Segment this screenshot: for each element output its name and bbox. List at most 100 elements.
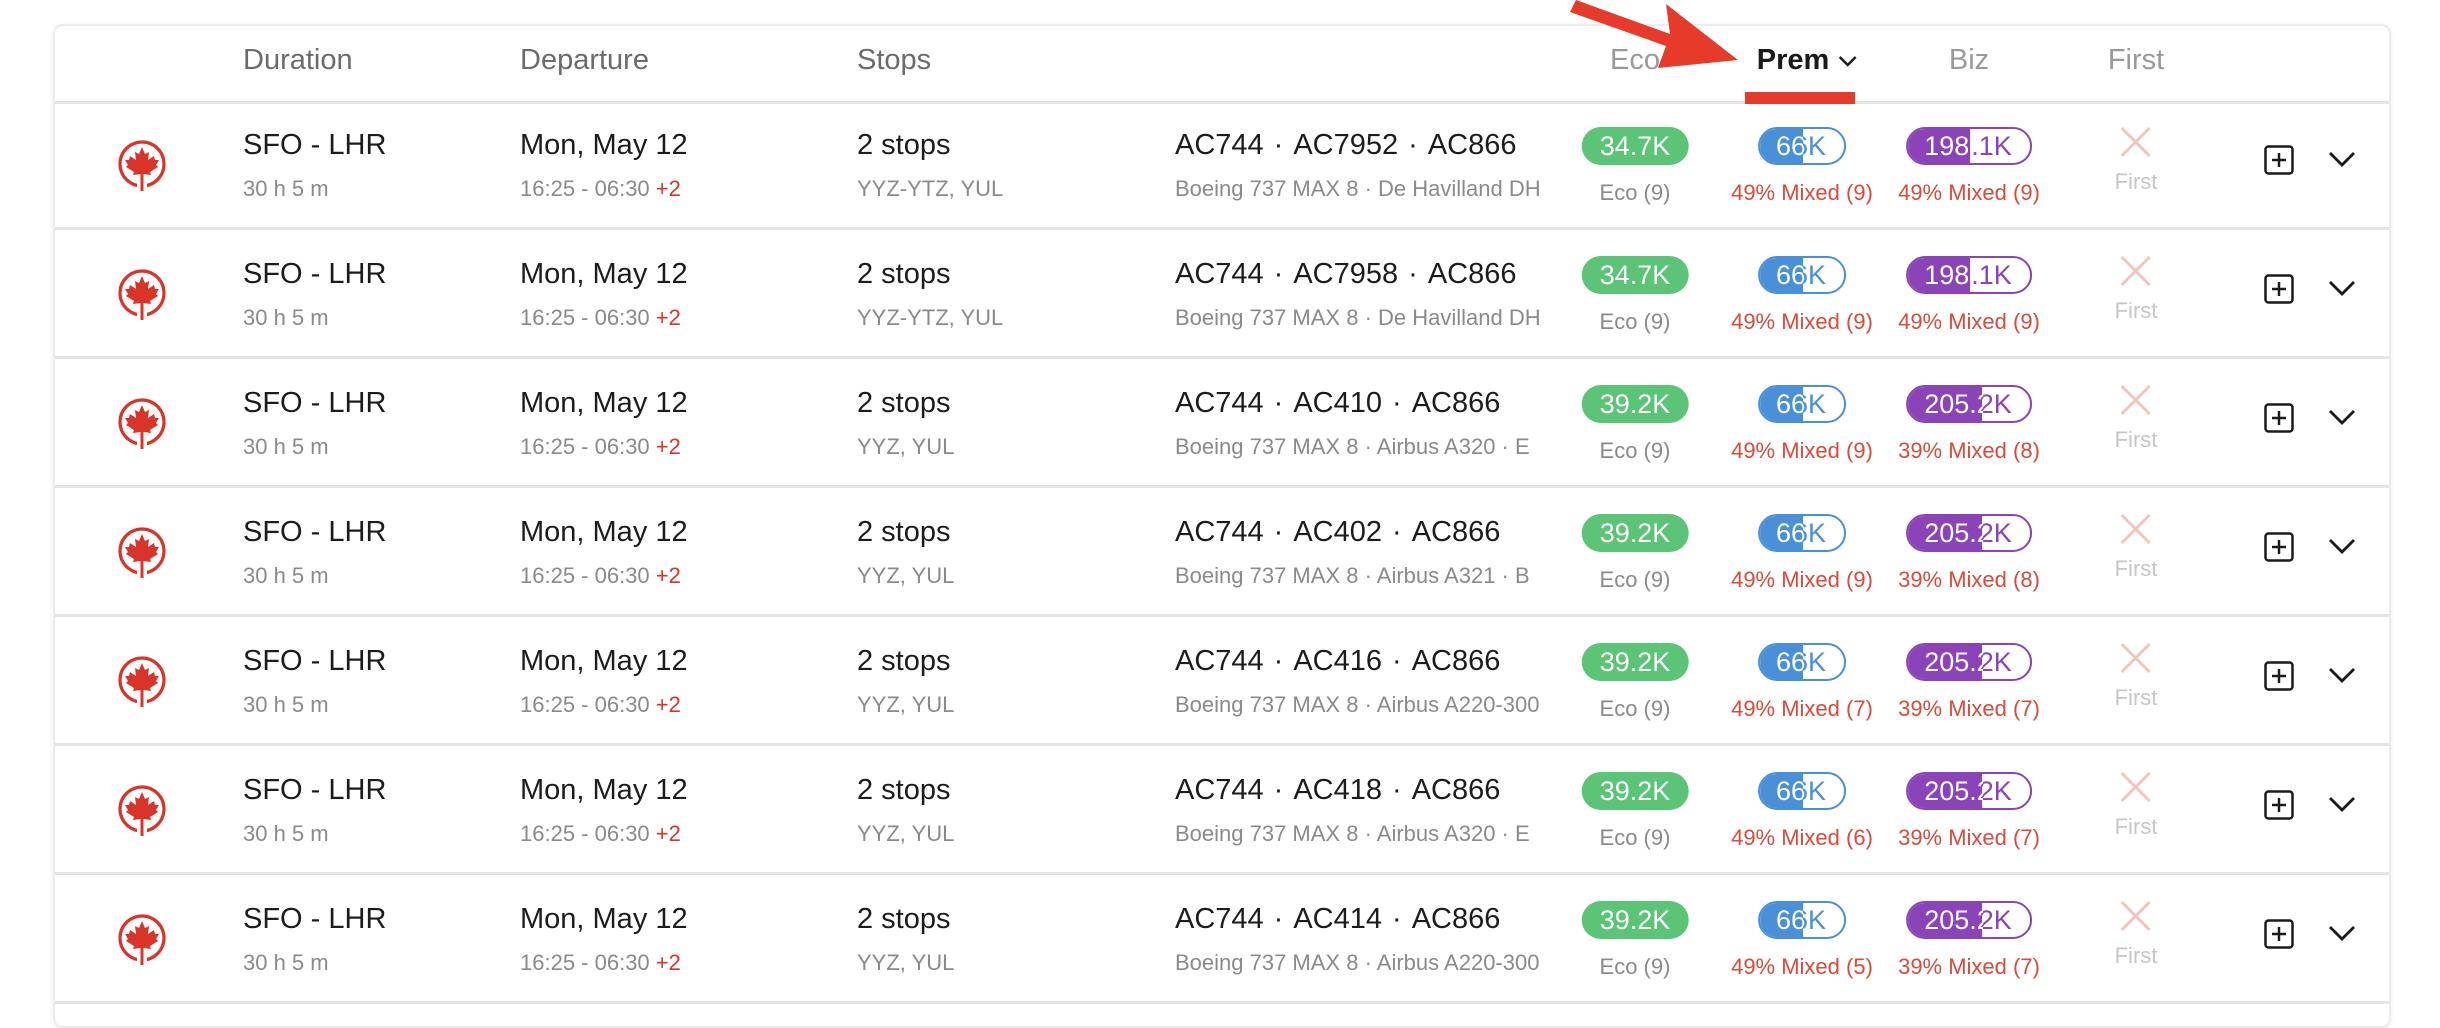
expand-chevron-icon[interactable]	[2327, 794, 2357, 814]
biz-price[interactable]: 205.2K205.2K 39% Mixed (8)	[1898, 514, 2040, 593]
departure-times: 16:25 - 06:30 +2	[520, 434, 681, 460]
expand-chevron-icon[interactable]	[2327, 536, 2357, 556]
eco-price-badge[interactable]: 39.2K	[1581, 514, 1689, 552]
biz-price-value-overlay: 205.2K	[1924, 389, 1982, 419]
flight-row[interactable]: SFO - LHR 30 h 5 m Mon, May 12 16:25 - 0…	[55, 875, 2389, 1004]
prem-price-badge[interactable]: 66K66K	[1757, 514, 1847, 552]
prem-price[interactable]: 66K66K 49% Mixed (5)	[1731, 901, 1873, 980]
biz-price[interactable]: 205.2K205.2K 39% Mixed (8)	[1898, 385, 2040, 464]
column-header-duration[interactable]: Duration	[243, 44, 353, 77]
prem-price[interactable]: 66K66K 49% Mixed (9)	[1731, 514, 1873, 593]
duration: 30 h 5 m	[243, 434, 329, 459]
prem-price[interactable]: 66K66K 49% Mixed (7)	[1731, 643, 1873, 722]
prem-price-badge[interactable]: 66K66K	[1757, 127, 1847, 165]
prem-price-value-overlay: 66K	[1775, 518, 1803, 548]
biz-price[interactable]: 205.2K205.2K 39% Mixed (7)	[1898, 901, 2040, 980]
eco-price-badge[interactable]: 39.2K	[1581, 772, 1689, 810]
add-to-compare-button[interactable]	[2264, 919, 2294, 949]
day-offset: +2	[655, 563, 681, 588]
flight-row[interactable]: SFO - LHR 30 h 5 m Mon, May 12 16:25 - 0…	[55, 101, 2389, 230]
aircraft-types: Boeing 737 MAX 8 · Airbus A321 · B	[1175, 563, 1530, 588]
column-header-stops[interactable]: Stops	[857, 44, 931, 77]
expand-chevron-icon[interactable]	[2327, 149, 2357, 169]
flight-number: AC866	[1411, 903, 1501, 935]
prem-price-badge[interactable]: 66K66K	[1757, 901, 1847, 939]
eco-price[interactable]: 39.2K Eco (9)	[1581, 514, 1689, 593]
expand-chevron-icon[interactable]	[2327, 407, 2357, 427]
eco-price-badge[interactable]: 34.7K	[1581, 127, 1689, 165]
eco-price[interactable]: 39.2K Eco (9)	[1581, 772, 1689, 851]
biz-price[interactable]: 198.1K198.1K 49% Mixed (9)	[1898, 127, 2040, 206]
column-header-prem[interactable]: Prem	[1757, 44, 1858, 77]
air-canada-logo-icon	[118, 785, 166, 836]
eco-price-badge[interactable]: 34.7K	[1581, 256, 1689, 294]
biz-price-badge[interactable]: 205.2K205.2K	[1906, 385, 2032, 423]
eco-price-badge[interactable]: 39.2K	[1581, 901, 1689, 939]
flight-row[interactable]: SFO - LHR 30 h 5 m Mon, May 12 16:25 - 0…	[55, 746, 2389, 875]
eco-price[interactable]: 39.2K Eco (9)	[1581, 385, 1689, 464]
eco-price[interactable]: 34.7K Eco (9)	[1581, 256, 1689, 335]
biz-price-badge[interactable]: 198.1K198.1K	[1906, 127, 2032, 165]
flight-number: AC410	[1293, 387, 1383, 419]
prem-price-value-overlay: 66K	[1775, 389, 1803, 419]
expand-chevron-icon[interactable]	[2327, 278, 2357, 298]
unavailable-x-icon	[2120, 900, 2152, 932]
stops-count: 2 stops	[857, 903, 951, 935]
eco-price[interactable]: 39.2K Eco (9)	[1581, 643, 1689, 722]
add-to-compare-button[interactable]	[2264, 145, 2294, 175]
prem-price-value-overlay: 66K	[1775, 131, 1803, 161]
prem-price[interactable]: 66K66K 49% Mixed (9)	[1731, 256, 1873, 335]
flight-row[interactable]: SFO - LHR 30 h 5 m Mon, May 12 16:25 - 0…	[55, 488, 2389, 617]
biz-price-badge[interactable]: 198.1K198.1K	[1906, 256, 2032, 294]
biz-price-badge[interactable]: 205.2K205.2K	[1906, 643, 2032, 681]
eco-price[interactable]: 39.2K Eco (9)	[1581, 901, 1689, 980]
biz-price[interactable]: 198.1K198.1K 49% Mixed (9)	[1898, 256, 2040, 335]
expand-chevron-icon[interactable]	[2327, 923, 2357, 943]
departure-date: Mon, May 12	[520, 774, 688, 806]
flight-number: AC744	[1175, 774, 1264, 806]
prem-price[interactable]: 66K66K 49% Mixed (9)	[1731, 385, 1873, 464]
biz-availability: 39% Mixed (8)	[1898, 567, 2040, 592]
departure-date: Mon, May 12	[520, 258, 688, 290]
departure-date: Mon, May 12	[520, 645, 688, 677]
biz-availability: 39% Mixed (7)	[1898, 954, 2040, 979]
biz-price-badge[interactable]: 205.2K205.2K	[1906, 514, 2032, 552]
biz-price[interactable]: 205.2K205.2K 39% Mixed (7)	[1898, 643, 2040, 722]
biz-price-badge[interactable]: 205.2K205.2K	[1906, 901, 2032, 939]
eco-price-badge[interactable]: 39.2K	[1581, 643, 1689, 681]
expand-chevron-icon[interactable]	[2327, 665, 2357, 685]
departure-times: 16:25 - 06:30 +2	[520, 950, 681, 976]
first-price: First	[2115, 383, 2157, 453]
chevron-down-icon	[1838, 56, 1857, 68]
flight-row[interactable]: SFO - LHR 30 h 5 m Mon, May 12 16:25 - 0…	[55, 617, 2389, 746]
add-to-compare-button[interactable]	[2264, 403, 2294, 433]
column-header-departure[interactable]: Departure	[520, 44, 649, 77]
prem-price[interactable]: 66K66K 49% Mixed (6)	[1731, 772, 1873, 851]
prem-price-badge[interactable]: 66K66K	[1757, 772, 1847, 810]
biz-price-badge[interactable]: 205.2K205.2K	[1906, 772, 2032, 810]
flight-number: AC744	[1175, 903, 1264, 935]
flight-row[interactable]: SFO - LHR 30 h 5 m Mon, May 12 16:25 - 0…	[55, 230, 2389, 359]
biz-price[interactable]: 205.2K205.2K 39% Mixed (7)	[1898, 772, 2040, 851]
column-header-biz[interactable]: Biz	[1949, 44, 1989, 77]
departure-date: Mon, May 12	[520, 903, 688, 935]
eco-price[interactable]: 34.7K Eco (9)	[1581, 127, 1689, 206]
flight-number: AC866	[1411, 516, 1501, 548]
prem-price-badge[interactable]: 66K66K	[1757, 643, 1847, 681]
first-price: First	[2115, 770, 2157, 840]
separator: ·	[1273, 129, 1284, 161]
prem-price-badge[interactable]: 66K66K	[1757, 385, 1847, 423]
air-canada-logo-icon	[118, 656, 166, 707]
prem-price-badge[interactable]: 66K66K	[1757, 256, 1847, 294]
add-to-compare-button[interactable]	[2264, 274, 2294, 304]
eco-price-badge[interactable]: 39.2K	[1581, 385, 1689, 423]
time-range: 16:25 - 06:30	[520, 434, 650, 459]
prem-price[interactable]: 66K66K 49% Mixed (9)	[1731, 127, 1873, 206]
biz-availability: 39% Mixed (8)	[1898, 438, 2040, 463]
unavailable-x-icon	[2120, 255, 2152, 287]
add-to-compare-button[interactable]	[2264, 661, 2294, 691]
add-to-compare-button[interactable]	[2264, 790, 2294, 820]
column-header-first[interactable]: First	[2108, 44, 2164, 77]
add-to-compare-button[interactable]	[2264, 532, 2294, 562]
flight-row[interactable]: SFO - LHR 30 h 5 m Mon, May 12 16:25 - 0…	[55, 359, 2389, 488]
